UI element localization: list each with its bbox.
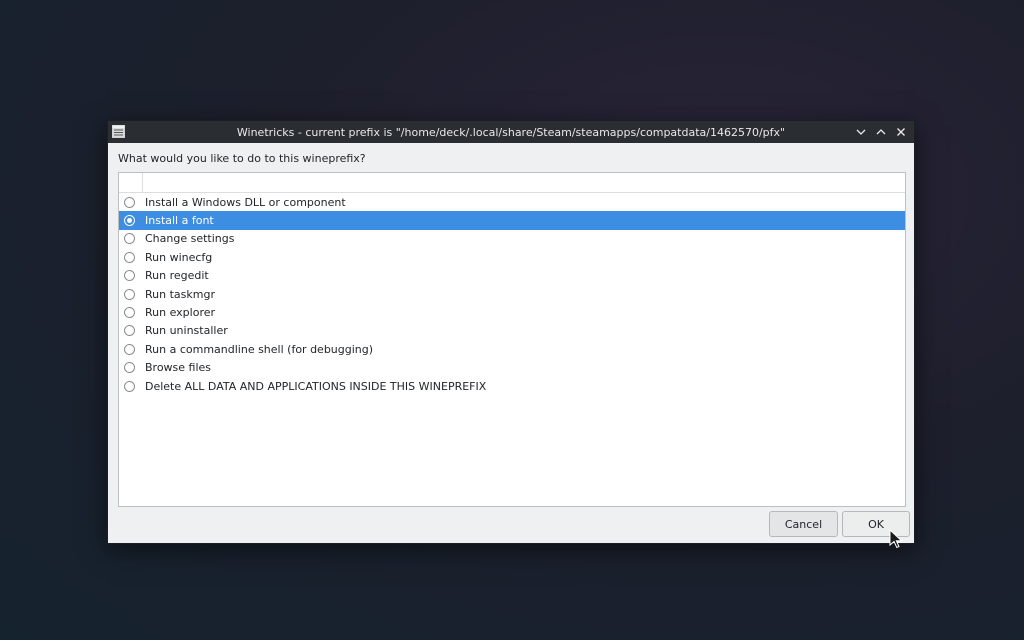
mouse-cursor-icon — [889, 529, 903, 549]
option-delete-prefix[interactable]: Delete ALL DATA AND APPLICATIONS INSIDE … — [119, 377, 905, 395]
radio-button[interactable] — [124, 325, 135, 337]
option-label: Delete ALL DATA AND APPLICATIONS INSIDE … — [145, 379, 487, 393]
radio-button[interactable] — [124, 288, 135, 300]
option-label: Install a Windows DLL or component — [145, 195, 346, 209]
option-label: Run uninstaller — [145, 324, 228, 338]
window-controls — [852, 121, 910, 143]
radio-button[interactable] — [124, 233, 135, 245]
radio-button[interactable] — [124, 343, 135, 355]
option-label: Change settings — [145, 232, 235, 246]
close-icon[interactable] — [892, 123, 910, 141]
option-label: Browse files — [145, 361, 212, 375]
option-run-explorer[interactable]: Run explorer — [119, 303, 905, 321]
maximize-icon[interactable] — [872, 123, 890, 141]
option-label: Run explorer — [145, 306, 216, 320]
radio-button[interactable] — [124, 380, 135, 392]
radio-button[interactable] — [124, 362, 135, 374]
list-app-icon[interactable] — [112, 125, 125, 138]
dialog-prompt: What would you like to do to this winepr… — [118, 152, 366, 165]
option-browse-files[interactable]: Browse files — [119, 359, 905, 377]
option-label: Install a font — [145, 214, 214, 228]
radio-button[interactable] — [124, 215, 135, 227]
option-install-font[interactable]: Install a font — [119, 211, 905, 230]
option-run-taskmgr[interactable]: Run taskmgr — [119, 285, 905, 303]
radio-button[interactable] — [124, 251, 135, 263]
option-install-dll[interactable]: Install a Windows DLL or component — [119, 193, 905, 211]
cancel-button[interactable]: Cancel — [769, 511, 838, 537]
option-run-regedit[interactable]: Run regedit — [119, 267, 905, 285]
option-label: Run winecfg — [145, 250, 213, 264]
title-bar[interactable]: Winetricks - current prefix is "/home/de… — [108, 121, 914, 143]
radio-button[interactable] — [124, 196, 135, 208]
options-list[interactable]: Install a Windows DLL or component Insta… — [118, 172, 906, 507]
option-run-shell[interactable]: Run a commandline shell (for debugging) — [119, 340, 905, 358]
option-run-winecfg[interactable]: Run winecfg — [119, 248, 905, 266]
option-change-settings[interactable]: Change settings — [119, 230, 905, 248]
option-label: Run a commandline shell (for debugging) — [145, 342, 374, 356]
window-title: Winetricks - current prefix is "/home/de… — [236, 125, 786, 139]
minimize-icon[interactable] — [852, 123, 870, 141]
radio-button[interactable] — [124, 270, 135, 282]
header-label-column[interactable] — [143, 173, 905, 192]
option-run-uninstaller[interactable]: Run uninstaller — [119, 322, 905, 340]
option-label: Run taskmgr — [145, 287, 215, 301]
radio-button[interactable] — [124, 307, 135, 319]
winetricks-window: Winetricks - current prefix is "/home/de… — [107, 120, 915, 544]
header-radio-column[interactable] — [119, 173, 143, 192]
list-header — [119, 173, 905, 193]
option-label: Run regedit — [145, 269, 209, 283]
